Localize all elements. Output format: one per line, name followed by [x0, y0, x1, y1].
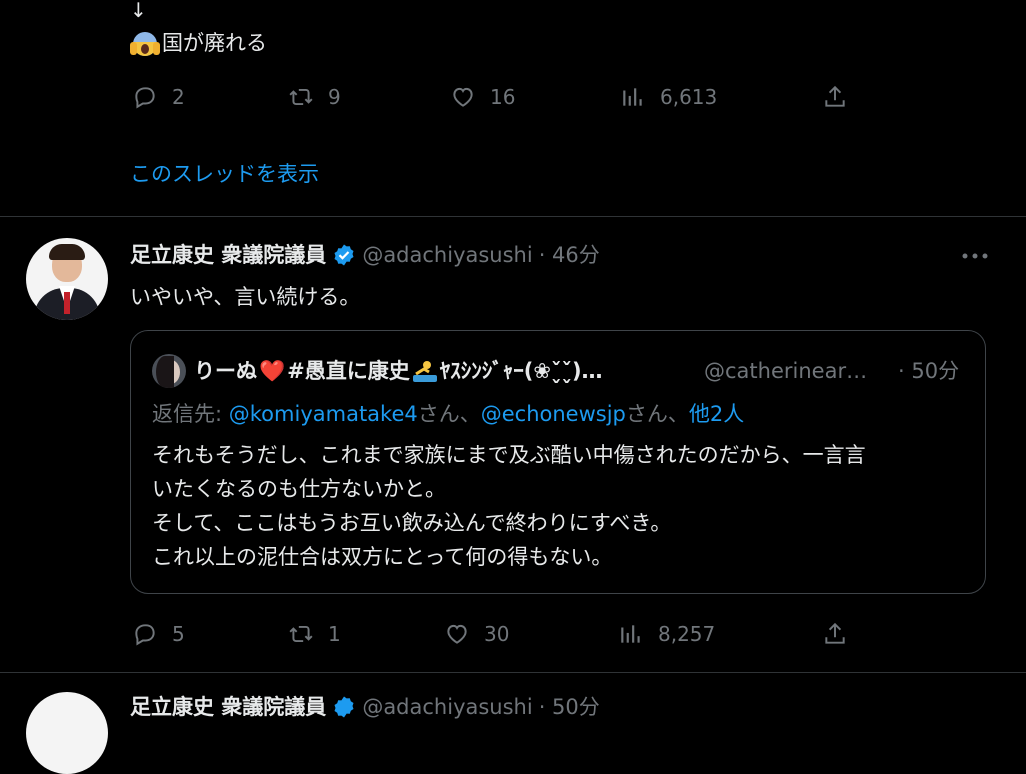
- quoted-author-name: りーぬ ❤️ #愚直に康史 ﾔｽｼﾝｼﾞｬｰ(❀ˇ̬ˇ̬)…: [194, 356, 603, 386]
- share-button[interactable]: [822, 621, 848, 647]
- quoted-body-line: それもそうだし、これまで家族にまで及ぶ酷い中傷されたのだから、一言言: [152, 443, 866, 467]
- views-button[interactable]: 6,613: [620, 84, 717, 110]
- like-count: 16: [490, 85, 516, 109]
- show-thread-link[interactable]: このスレッドを表示: [130, 160, 319, 188]
- reply-mention-2[interactable]: @echonewsjp: [481, 402, 626, 426]
- reply-button[interactable]: 2: [132, 84, 185, 110]
- reply-mention-1[interactable]: @komiyamatake4: [229, 402, 418, 426]
- reply-count: 2: [172, 85, 185, 109]
- like-count: 30: [484, 622, 510, 646]
- reply-count: 5: [172, 622, 185, 646]
- retweet-count: 1: [328, 622, 341, 646]
- retweet-icon: [289, 88, 313, 106]
- swimmer-emoji-icon: [412, 361, 437, 382]
- views-icon: [623, 88, 642, 106]
- tweet-text: いやいや、言い続ける。: [130, 285, 361, 309]
- reply-prefix: 返信先:: [152, 402, 229, 426]
- author-handle[interactable]: @adachiyasushi: [362, 692, 532, 722]
- quoted-body-line: いたくなるのも仕方ないかと。: [152, 477, 446, 501]
- reply-button[interactable]: 5: [132, 621, 185, 647]
- quoted-body-line: これ以上の泥仕合は双方にとって何の得もない。: [152, 545, 613, 569]
- reply-others[interactable]: 他2人: [689, 402, 744, 426]
- reply-icon: [135, 87, 155, 109]
- tweet-divider: [0, 672, 1026, 673]
- quoted-body-line: そして、ここはもうお互い飲み込んで終わりにすべき。: [152, 511, 672, 535]
- like-button[interactable]: 30: [444, 621, 509, 647]
- quoted-avatar: [152, 354, 186, 388]
- verified-badge-icon: [334, 696, 354, 718]
- retweet-button[interactable]: 9: [288, 84, 341, 110]
- share-icon: [825, 622, 845, 644]
- quoted-name-part3: ﾔｽｼﾝｼﾞｬｰ(❀ˇ̬ˇ̬)…: [439, 359, 603, 383]
- heart-icon: [453, 87, 473, 107]
- tweet-time[interactable]: · 50分: [539, 692, 600, 722]
- views-button[interactable]: 8,257: [618, 621, 715, 647]
- share-button[interactable]: [822, 84, 848, 110]
- views-count: 8,257: [658, 622, 716, 646]
- reply-sep-2: さん、: [625, 402, 689, 426]
- reply-icon: [135, 624, 155, 646]
- heart-emoji-icon: ❤️: [259, 359, 286, 383]
- quoted-handle: @catherinear…: [704, 359, 868, 383]
- author-handle[interactable]: @adachiyasushi: [362, 240, 532, 270]
- down-arrow-text: ↓: [130, 0, 147, 22]
- quoted-name-part2: #愚直に康史: [287, 359, 410, 383]
- quoted-time: · 50分: [898, 359, 960, 383]
- quoted-name-part1: りーぬ: [194, 359, 257, 383]
- prev-tweet-body: 国が廃れる: [162, 31, 267, 55]
- quoted-reply-to: 返信先: @komiyamatake4さん、@echonewsjpさん、他2人: [152, 399, 744, 429]
- retweet-button[interactable]: 1: [288, 621, 341, 647]
- reply-sep-1: さん、: [417, 402, 481, 426]
- share-icon: [825, 85, 845, 107]
- tweet-time[interactable]: · 46分: [539, 240, 600, 270]
- scream-emoji-icon: [130, 30, 160, 56]
- views-icon: [621, 625, 640, 643]
- like-button[interactable]: 16: [450, 84, 515, 110]
- quoted-body: それもそうだし、これまで家族にまで及ぶ酷い中傷されたのだから、一言言 いたくなる…: [152, 438, 972, 574]
- more-options-icon[interactable]: [960, 244, 990, 268]
- avatar[interactable]: [26, 692, 108, 774]
- heart-icon: [447, 624, 467, 644]
- tweet-divider: [0, 216, 1026, 217]
- verified-badge-icon: [334, 244, 354, 266]
- author-name[interactable]: 足立康史 衆議院議員: [130, 240, 326, 270]
- avatar[interactable]: [26, 238, 108, 320]
- tweet-header: 足立康史 衆議院議員 @adachiyasushi · 46分: [130, 240, 600, 270]
- views-count: 6,613: [660, 85, 718, 109]
- retweet-icon: [289, 625, 313, 643]
- retweet-count: 9: [328, 85, 341, 109]
- author-name[interactable]: 足立康史 衆議院議員: [130, 692, 326, 722]
- prev-tweet-text: 国が廃れる: [130, 28, 267, 58]
- next-tweet-header: 足立康史 衆議院議員 @adachiyasushi · 50分: [130, 692, 600, 722]
